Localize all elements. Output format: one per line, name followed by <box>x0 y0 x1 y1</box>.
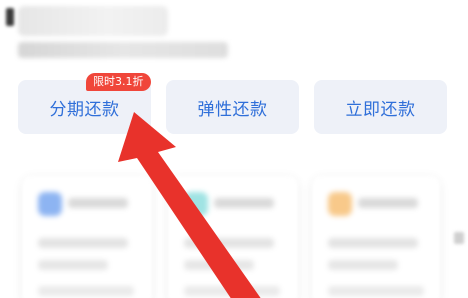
card-title-blurred <box>214 198 274 208</box>
card-text-blurred <box>184 260 254 270</box>
card-text-blurred <box>38 260 108 270</box>
card-text-blurred <box>328 260 398 270</box>
bill-summary-blurred <box>18 42 228 58</box>
service-card[interactable] <box>312 176 440 298</box>
card-icon <box>38 192 62 216</box>
installment-repay-label: 分期还款 <box>49 99 120 120</box>
flexible-repay-label: 弹性还款 <box>197 99 268 120</box>
immediate-repay-label: 立即还款 <box>345 99 416 120</box>
immediate-repay-button[interactable]: 立即还款 <box>314 80 447 134</box>
header-blurred-title <box>18 6 168 36</box>
card-text-blurred <box>184 286 280 296</box>
card-text-blurred <box>184 238 274 248</box>
card-title-blurred <box>68 198 128 208</box>
repay-options-row: 分期还款 限时3.1折 弹性还款 立即还款 <box>18 73 450 134</box>
card-text-blurred <box>38 238 128 248</box>
card-icon <box>184 192 208 216</box>
service-card[interactable] <box>22 176 152 298</box>
service-card[interactable] <box>168 176 298 298</box>
card-title-blurred <box>358 198 418 208</box>
side-blurred-mark <box>454 232 464 244</box>
card-icon <box>328 192 352 216</box>
card-text-blurred <box>328 238 418 248</box>
header-blurred-mark <box>6 8 14 26</box>
flexible-repay-button[interactable]: 弹性还款 <box>166 80 299 134</box>
repayment-page: 分期还款 限时3.1折 弹性还款 立即还款 <box>0 0 468 298</box>
card-text-blurred <box>38 286 134 296</box>
card-text-blurred <box>328 286 424 296</box>
promo-badge: 限时3.1折 <box>86 73 151 91</box>
